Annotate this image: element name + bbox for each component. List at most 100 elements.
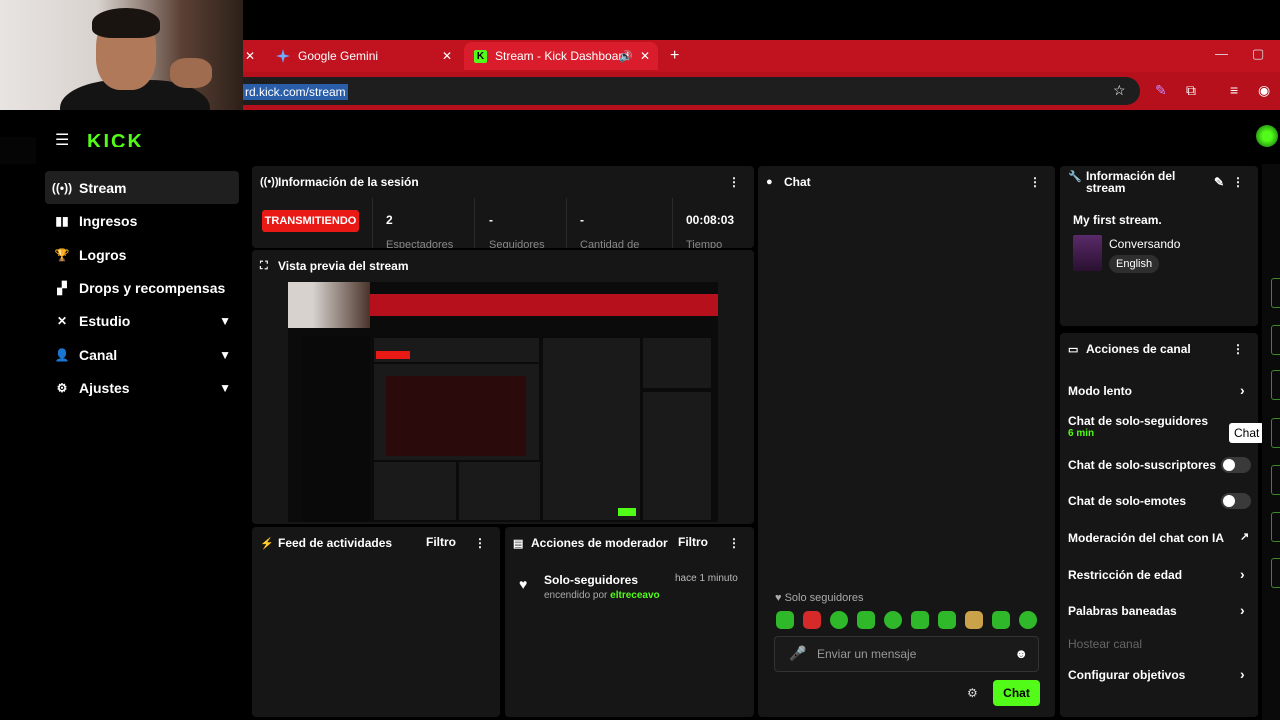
more-options-icon[interactable]: ⋮ <box>728 175 740 189</box>
more-options-icon[interactable]: ⋮ <box>1232 175 1244 189</box>
viewers-value: 2 <box>386 213 393 227</box>
filter-button[interactable]: Filtro <box>426 535 456 549</box>
emoji-icon[interactable]: ☻ <box>1014 646 1028 661</box>
amount-value: - <box>580 213 584 227</box>
chevron-right-icon[interactable]: › <box>1240 382 1245 398</box>
studio-icon: ✕ <box>56 313 68 328</box>
more-options-icon[interactable]: ⋮ <box>474 536 486 550</box>
heart-icon: ♥ <box>519 576 528 592</box>
star-icon[interactable]: ☆ <box>1113 82 1126 99</box>
stream-title: My first stream. <box>1073 213 1162 227</box>
sidebar-item-stream[interactable]: ((•)) Stream <box>45 171 239 204</box>
menu-icon[interactable]: ☰ <box>55 130 69 150</box>
maximize-icon[interactable]: ▢ <box>1252 46 1264 62</box>
close-tab-icon[interactable]: ✕ <box>640 49 650 63</box>
url-text[interactable]: rd.kick.com/stream <box>243 84 348 100</box>
more-options-icon[interactable]: ⋮ <box>1232 342 1244 356</box>
more-options-icon[interactable]: ⋮ <box>1029 175 1041 189</box>
user-icon: 👤 <box>54 347 70 362</box>
bar-chart-icon: ▮▮ <box>55 213 69 228</box>
chat-settings-gear-icon[interactable]: ⚙ <box>967 686 978 700</box>
ai-moderation-item[interactable]: Moderación del chat con IA <box>1068 531 1224 545</box>
avatar[interactable] <box>1256 125 1278 147</box>
emotes-only-item: Chat de solo-emotes <box>1068 494 1187 508</box>
sidebar-item-ingresos[interactable]: ▮▮ Ingresos <box>45 204 239 237</box>
followers-only-item[interactable]: Chat de solo-seguidores <box>1068 414 1208 428</box>
close-prev-tab-icon[interactable]: ✕ <box>245 42 255 70</box>
close-tab-icon[interactable]: ✕ <box>442 42 452 70</box>
kick-favicon-icon: K <box>474 49 487 63</box>
session-info-panel: ((•)) Información de la sesión ⋮ <box>252 166 754 248</box>
external-link-icon[interactable]: ↗ <box>1240 530 1249 543</box>
tab-google-gemini[interactable]: Google Gemini <box>276 42 378 70</box>
broadcast-icon: ((•)) <box>260 176 279 188</box>
emote-icon[interactable] <box>938 611 956 629</box>
followers-label: Seguidores <box>489 239 545 248</box>
mod-entry-user[interactable]: eltreceavo <box>610 590 659 601</box>
chevron-down-icon: ▼ <box>219 347 231 362</box>
emote-icon[interactable] <box>776 611 794 629</box>
chat-input[interactable]: 🎤 Enviar un mensaje ☻ <box>774 636 1039 672</box>
emote-icon[interactable] <box>965 611 983 629</box>
emote-icon[interactable] <box>830 611 848 629</box>
amount-label: Cantidad de <box>580 239 640 248</box>
set-goals-item[interactable]: Configurar objetivos <box>1068 668 1185 682</box>
emote-icon[interactable] <box>884 611 902 629</box>
chat-send-button[interactable]: Chat <box>993 680 1040 706</box>
age-restriction-item[interactable]: Restricción de edad <box>1068 568 1182 582</box>
banned-words-item[interactable]: Palabras baneadas <box>1068 604 1177 618</box>
chevron-right-icon[interactable]: › <box>1240 602 1245 618</box>
sidebar-item-label: Stream <box>79 179 127 196</box>
chat-panel: ● Chat ⋮ <box>758 166 1055 717</box>
viewers-label: Espectadores <box>386 239 454 248</box>
omnibox[interactable] <box>230 77 1140 105</box>
trophy-icon: 🏆 <box>54 247 70 262</box>
tab-kick-dashboard[interactable]: K Stream - Kick Dashboard 🔊 ✕ <box>464 42 658 70</box>
sidebar-item-canal[interactable]: 👤 Canal ▼ <box>45 338 239 371</box>
emote-icon[interactable] <box>857 611 875 629</box>
sidebar-item-label: Ajustes <box>79 379 130 396</box>
speaker-icon[interactable]: 🔊 <box>619 50 633 63</box>
subs-only-toggle[interactable] <box>1221 457 1251 473</box>
new-tab-icon[interactable]: + <box>670 42 679 70</box>
gemini-icon <box>276 49 290 63</box>
minimize-icon[interactable]: — <box>1215 46 1228 61</box>
microphone-icon[interactable]: 🎤 <box>789 645 806 662</box>
media-icon[interactable]: ≡ <box>1230 82 1238 98</box>
mod-entry-title: Solo-seguidores <box>544 573 639 587</box>
subs-only-item: Chat de solo-suscriptores <box>1068 458 1217 472</box>
time-label: Tiempo <box>686 239 723 248</box>
host-channel-item: Hostear canal <box>1068 637 1143 651</box>
profile-icon[interactable]: ◉ <box>1258 82 1270 99</box>
tooltip: Chat <box>1229 423 1265 443</box>
filter-button[interactable]: Filtro <box>678 535 708 549</box>
broadcast-icon: ((•)) <box>51 180 73 195</box>
category-thumbnail <box>1073 235 1102 271</box>
stream-category[interactable]: Conversando <box>1109 237 1180 251</box>
sidebar-item-estudio[interactable]: ✕ Estudio ▼ <box>45 304 239 337</box>
slow-mode-item[interactable]: Modo lento <box>1068 384 1132 398</box>
emotes-only-toggle[interactable] <box>1221 493 1251 509</box>
more-options-icon[interactable]: ⋮ <box>728 536 740 550</box>
status-badge: TRANSMITIENDO <box>262 210 359 232</box>
chevron-down-icon: ▼ <box>219 313 231 328</box>
sidebar-item-drops[interactable]: ▞ Drops y recompensas <box>45 271 239 304</box>
chat-mode-notice: ♥ Solo seguidores <box>775 592 864 604</box>
kick-logo[interactable]: KICK <box>87 131 144 147</box>
emote-icon[interactable] <box>1019 611 1037 629</box>
panel-title: Chat <box>784 175 811 189</box>
edit-pencil-icon[interactable]: ✎ <box>1214 175 1224 189</box>
emote-icon[interactable] <box>992 611 1010 629</box>
chevron-right-icon[interactable]: › <box>1240 666 1245 682</box>
panel-title: Acciones de moderador <box>531 536 668 550</box>
sidebar-item-ajustes[interactable]: ⚙ Ajustes ▼ <box>45 371 239 404</box>
panel-title: Vista previa del stream <box>278 259 409 273</box>
emote-icon[interactable] <box>803 611 821 629</box>
extensions-icon[interactable]: ⧉ <box>1186 82 1196 99</box>
pen-icon[interactable]: ✎ <box>1155 82 1167 99</box>
chevron-right-icon[interactable]: › <box>1240 566 1245 582</box>
app-header <box>0 110 1280 164</box>
emote-icon[interactable] <box>911 611 929 629</box>
sidebar-item-logros[interactable]: 🏆 Logros <box>45 238 239 271</box>
chevron-down-icon: ▼ <box>219 380 231 395</box>
